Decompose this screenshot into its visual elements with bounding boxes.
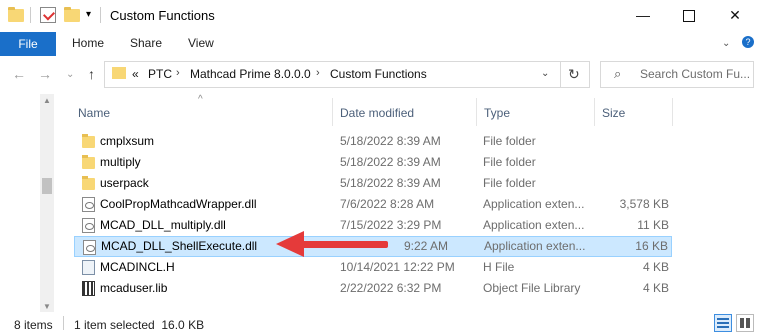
file-type: File folder [483,155,536,169]
sort-ascending-icon: ^ [198,94,203,105]
file-size: 4 KB [642,260,669,274]
file-name: CoolPropMathcadWrapper.dll [100,197,257,211]
close-icon: ✕ [729,7,741,23]
folder-icon [82,155,95,169]
dll-icon [82,197,95,212]
expand-ribbon-icon[interactable]: ⌄ [722,38,730,49]
scrollbar-thumb[interactable] [42,178,52,194]
file-type: Application exten... [483,218,585,232]
ribbon [0,32,761,56]
tab-home[interactable]: Home [72,36,104,50]
file-size: 16 KB [635,239,668,253]
file-row[interactable]: MCADINCL.H 10/14/2021 12:22 PM H File 4 … [74,257,672,278]
file-row[interactable]: CoolPropMathcadWrapper.dll 7/6/2022 8:28… [74,194,672,215]
chevron-right-icon[interactable]: › [176,67,180,79]
large-icons-view-icon[interactable] [736,314,754,332]
tab-share[interactable]: Share [130,36,162,50]
selection-info: 1 item selected 16.0 KB [74,318,205,332]
annotation-arrow [300,241,388,248]
file-date: 5/18/2022 8:39 AM [340,134,441,148]
minimize-icon: — [636,7,650,23]
details-view-icon[interactable] [714,314,732,332]
tab-view[interactable]: View [188,36,214,50]
tab-file[interactable]: File [0,32,56,56]
file-date: 5/18/2022 8:39 AM [340,155,441,169]
file-row[interactable]: multiply 5/18/2022 8:39 AM File folder [74,152,672,173]
file-name: multiply [100,155,141,169]
arrow-left-icon [276,231,304,257]
file-date: 7/6/2022 8:28 AM [340,197,435,211]
address-dropdown-icon[interactable]: ⌄ [541,68,549,79]
breadcrumb-mathcad[interactable]: Mathcad Prime 8.0.0.0 [190,67,311,81]
new-folder-icon[interactable] [64,7,80,23]
file-row[interactable]: MCAD_DLL_multiply.dll 7/15/2022 3:29 PM … [74,215,672,236]
file-type: Application exten... [483,197,585,211]
refresh-icon[interactable]: ↻ [568,66,580,83]
title-bar: ▾ Custom Functions — ✕ [0,0,761,32]
maximize-icon [683,10,695,23]
search-icon: ⌕ [614,66,622,81]
file-type: File folder [483,134,536,148]
file-name: mcaduser.lib [100,281,168,295]
file-row[interactable]: userpack 5/18/2022 8:39 AM File folder [74,173,672,194]
breadcrumb-custom-functions[interactable]: Custom Functions [330,67,427,81]
file-type: H File [483,260,515,274]
help-icon[interactable]: ? [742,36,754,48]
file-type: File folder [483,176,536,190]
item-count: 8 items [14,318,53,332]
file-row[interactable]: cmplxsum 5/18/2022 8:39 AM File folder [74,131,672,152]
file-date: 10/14/2021 12:22 PM [340,260,455,274]
search-input[interactable]: Search Custom Fu... [640,67,750,81]
file-size: 11 KB [637,218,669,232]
file-date: 2/22/2022 6:32 PM [340,281,442,295]
file-date: 5/18/2022 8:39 AM [340,176,441,190]
file-date: 7/15/2022 3:29 PM [340,218,442,232]
file-type: Application exten... [484,239,586,253]
file-name: cmplxsum [100,134,155,148]
dll-icon [82,218,95,233]
chevron-right-icon[interactable]: › [316,67,320,79]
forward-icon[interactable]: → [38,66,52,82]
file-name: MCADINCL.H [100,260,175,274]
dll-icon [83,240,96,255]
file-name: userpack [100,176,149,190]
column-header-size[interactable]: Size [602,106,625,120]
close-button[interactable]: ✕ [712,0,758,30]
window-title: Custom Functions [110,8,215,23]
scroll-down-icon[interactable]: ▼ [43,302,51,311]
header-file-icon [82,260,95,275]
maximize-button[interactable] [666,0,712,30]
file-row[interactable]: mcaduser.lib 2/22/2022 6:32 PM Object Fi… [74,278,672,299]
folder-icon [112,67,126,79]
scroll-up-icon[interactable]: ▲ [43,96,51,105]
folder-icon [82,176,95,190]
file-size: 4 KB [642,281,669,295]
back-icon[interactable]: ← [12,66,26,82]
file-name: MCAD_DLL_ShellExecute.dll [101,239,258,253]
up-icon[interactable]: ↑ [88,66,95,82]
file-date: 9:22 AM [404,239,449,253]
library-file-icon [82,281,95,296]
properties-icon[interactable] [40,7,56,23]
breadcrumb-overflow[interactable]: « [132,67,139,81]
recent-locations-icon[interactable]: ⌄ [66,69,74,80]
column-header-date[interactable]: Date modified [340,106,414,120]
file-size: 3,578 KB [619,197,669,211]
folder-icon [82,134,95,148]
folder-icon [8,7,24,23]
column-header-name[interactable]: Name [78,106,110,120]
breadcrumb-ptc[interactable]: PTC [148,67,172,81]
column-header-type[interactable]: Type [484,106,510,120]
file-type: Object File Library [483,281,581,295]
minimize-button[interactable]: — [620,0,666,30]
file-name: MCAD_DLL_multiply.dll [100,218,226,232]
navigation-pane-scrollbar[interactable] [40,94,54,314]
